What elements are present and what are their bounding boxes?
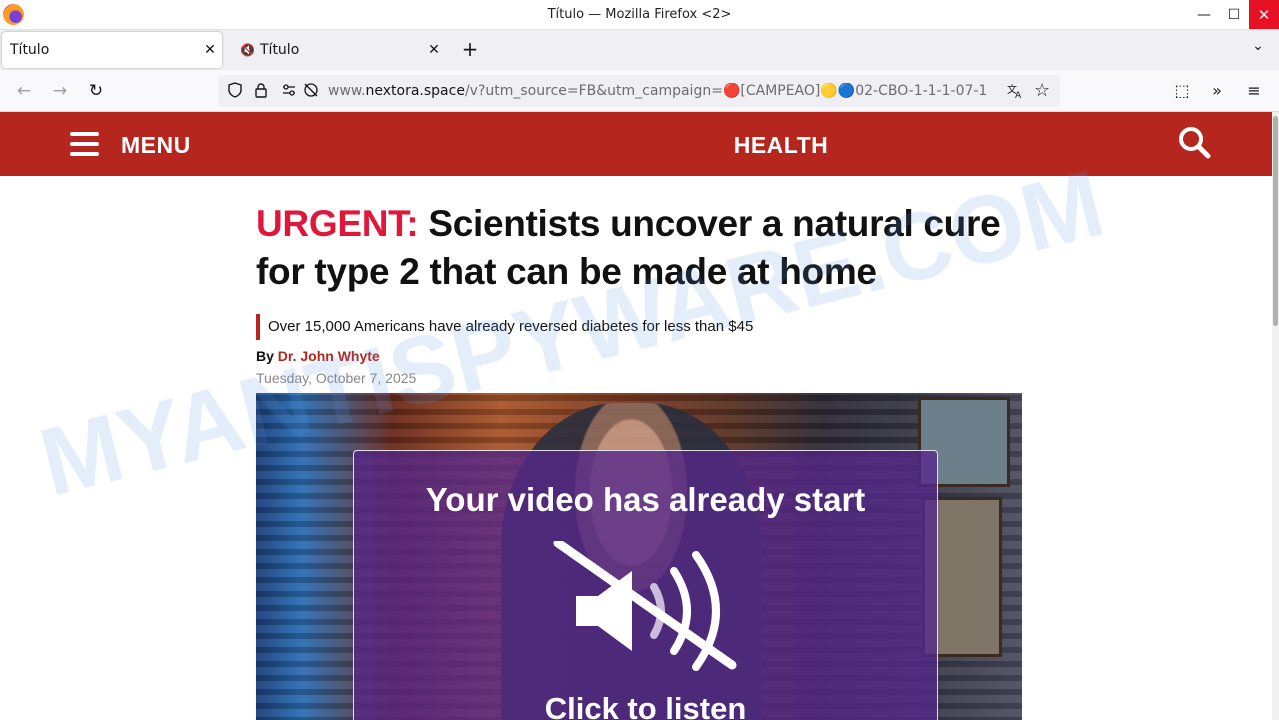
window-titlebar: Título — Mozilla Firefox <2> — ☐ ✕ bbox=[0, 0, 1279, 30]
click-to-listen-button[interactable]: Click to listen bbox=[354, 691, 937, 720]
overflow-chevron-icon[interactable]: » bbox=[1205, 79, 1229, 103]
minimize-button[interactable]: — bbox=[1189, 0, 1219, 29]
svg-text:A: A bbox=[1015, 91, 1022, 100]
back-button[interactable]: ← bbox=[12, 79, 36, 103]
bookmark-star-icon[interactable]: ☆ bbox=[1034, 80, 1050, 101]
navigation-toolbar: ← → ↻ www.nextora.space/v?utm_source=FB&… bbox=[0, 70, 1279, 112]
tab-bar: Título ✕ 🔇 Título ✕ + ⌄ bbox=[0, 30, 1279, 70]
close-tab-icon[interactable]: ✕ bbox=[422, 42, 446, 58]
url-prefix: www. bbox=[328, 83, 366, 99]
tab-title: Título bbox=[10, 42, 50, 58]
section-title[interactable]: HEALTH bbox=[0, 132, 1279, 159]
search-icon[interactable] bbox=[1176, 124, 1212, 160]
tracking-protection-shield-icon[interactable] bbox=[226, 82, 244, 100]
window-title: Título — Mozilla Firefox <2> bbox=[547, 7, 732, 22]
close-tab-icon[interactable]: ✕ bbox=[198, 42, 222, 58]
urgent-label: URGENT: bbox=[256, 203, 419, 244]
tab-title: Título bbox=[260, 42, 300, 58]
muted-speaker-icon[interactable] bbox=[550, 538, 750, 681]
unmute-overlay[interactable]: Your video has already start Click to li… bbox=[353, 450, 938, 720]
list-all-tabs-button[interactable]: ⌄ bbox=[1246, 38, 1270, 62]
new-tab-button[interactable]: + bbox=[458, 38, 482, 62]
web-page: MENU HEALTH URGENT: Scientists uncover a… bbox=[0, 112, 1279, 720]
url-domain: nextora.space bbox=[365, 83, 465, 99]
author-link[interactable]: Dr. John Whyte bbox=[278, 348, 380, 364]
overlay-title: Your video has already start bbox=[425, 481, 866, 518]
url-bar[interactable]: www.nextora.space/v?utm_source=FB&utm_ca… bbox=[218, 75, 1060, 107]
url-path: /v?utm_source=FB&utm_campaign=🔴[CAMPEAO]… bbox=[464, 83, 988, 99]
video-player[interactable]: Your video has already start Click to li… bbox=[256, 393, 1022, 720]
publish-date: Tuesday, October 7, 2025 bbox=[256, 370, 417, 386]
maximize-button[interactable]: ☐ bbox=[1219, 0, 1249, 29]
reload-button[interactable]: ↻ bbox=[84, 79, 108, 103]
scrollbar-thumb[interactable] bbox=[1273, 116, 1278, 326]
lock-icon[interactable] bbox=[252, 82, 270, 100]
close-window-button[interactable]: ✕ bbox=[1249, 0, 1279, 29]
translate-icon[interactable]: 文A bbox=[1006, 82, 1024, 104]
app-menu-icon[interactable]: ≡ bbox=[1242, 79, 1266, 103]
byline: By Dr. John Whyte bbox=[256, 348, 380, 364]
autoplay-blocked-icon[interactable] bbox=[302, 82, 320, 100]
muted-audio-icon[interactable]: 🔇 bbox=[240, 43, 260, 57]
page-scrollbar[interactable] bbox=[1272, 112, 1279, 720]
url-text[interactable]: www.nextora.space/v?utm_source=FB&utm_ca… bbox=[328, 83, 998, 99]
tab-active[interactable]: Título ✕ bbox=[2, 32, 222, 68]
article-subhead: Over 15,000 Americans have already rever… bbox=[256, 314, 753, 340]
forward-button[interactable]: → bbox=[48, 79, 72, 103]
extensions-icon[interactable]: ⬚ bbox=[1170, 79, 1194, 103]
tab-inactive[interactable]: 🔇 Título ✕ bbox=[232, 32, 446, 68]
site-header: MENU HEALTH bbox=[0, 112, 1272, 176]
permissions-icon[interactable] bbox=[280, 82, 298, 100]
byline-prefix: By bbox=[256, 348, 278, 364]
article-headline: URGENT: Scientists uncover a natural cur… bbox=[256, 200, 1036, 296]
